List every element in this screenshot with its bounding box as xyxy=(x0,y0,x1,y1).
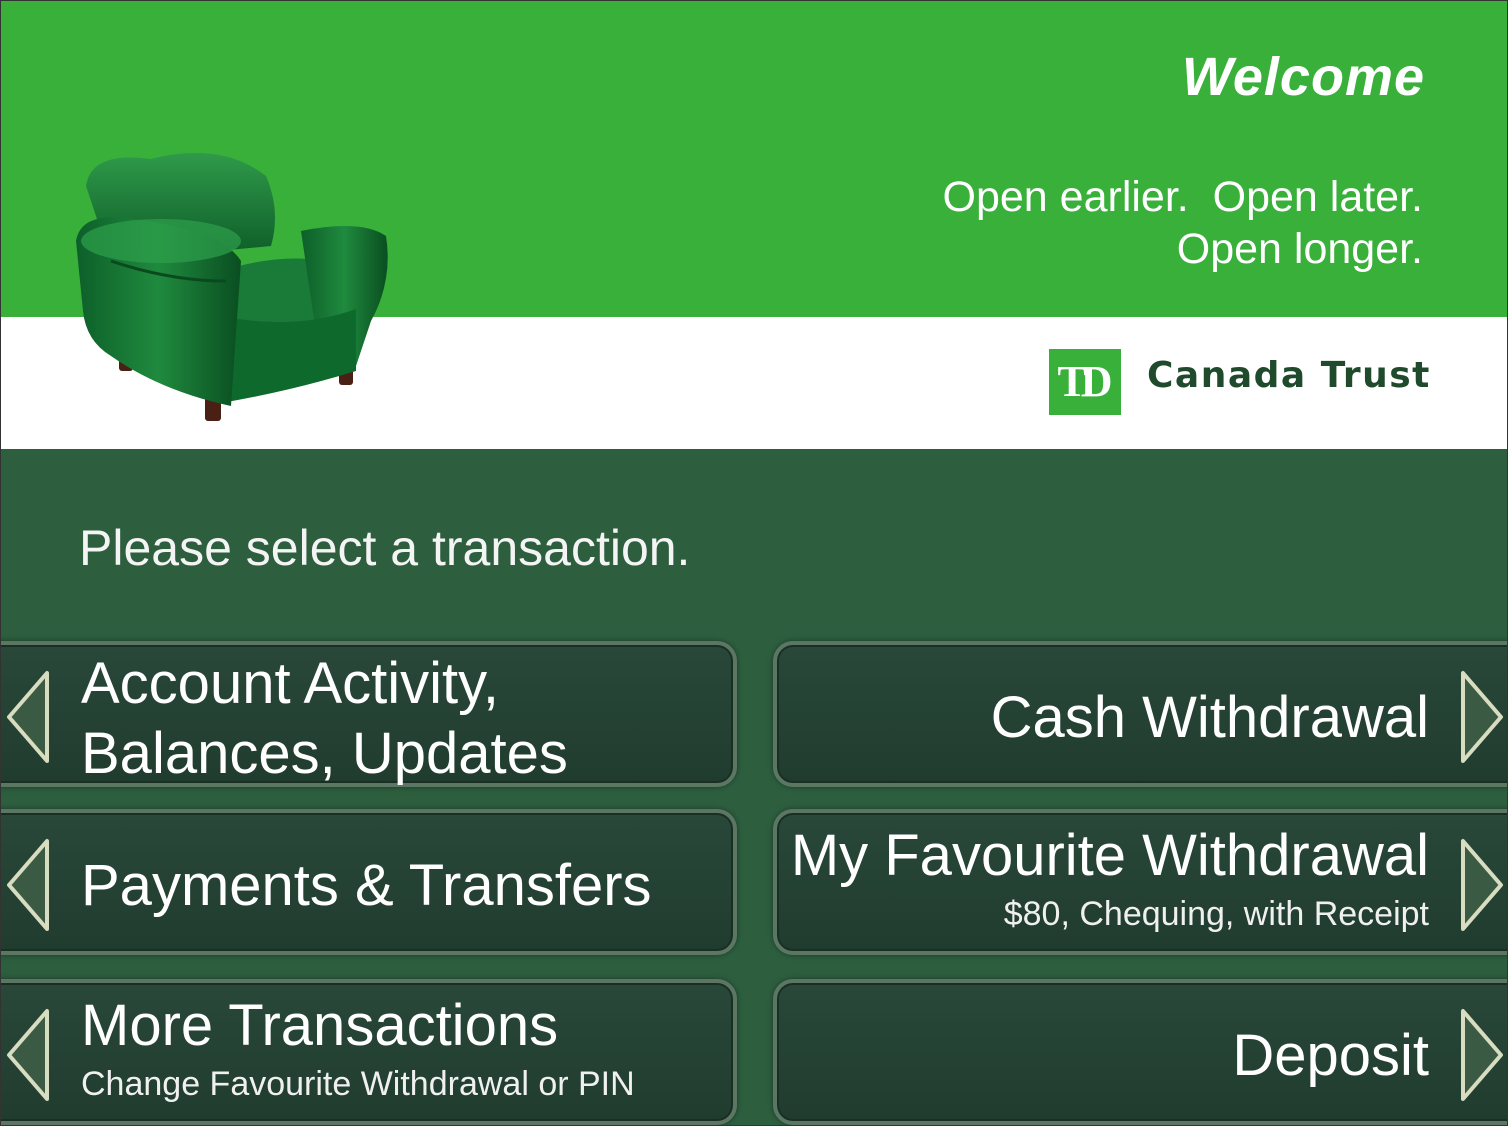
more-transactions-detail: Change Favourite Withdrawal or PIN xyxy=(81,1065,635,1103)
favourite-withdrawal-detail: $80, Chequing, with Receipt xyxy=(1003,895,1429,933)
arrow-left-icon xyxy=(7,839,49,931)
atm-screen: Welcome Open earlier. Open later. Open l… xyxy=(0,0,1508,1126)
arrow-right-icon xyxy=(1461,1009,1503,1101)
logo-mark-text: TD xyxy=(1057,357,1112,406)
cash-withdrawal-button[interactable]: Cash Withdrawal xyxy=(773,641,1507,787)
tagline-line2: Open longer. xyxy=(1176,225,1423,273)
brand-name: Canada Trust xyxy=(1147,355,1431,396)
payments-transfers-label: Payments & Transfers xyxy=(81,853,652,918)
arrow-right-icon xyxy=(1461,839,1503,931)
favourite-withdrawal-button[interactable]: My Favourite Withdrawal $80, Chequing, w… xyxy=(773,809,1507,955)
tagline-line1: Open earlier. Open later. xyxy=(942,173,1423,221)
instruction-text: Please select a transaction. xyxy=(79,520,691,576)
account-activity-label-line1: Account Activity, xyxy=(81,651,499,716)
welcome-heading: Welcome xyxy=(1181,47,1425,107)
cash-withdrawal-label: Cash Withdrawal xyxy=(990,685,1429,750)
account-activity-label-line2: Balances, Updates xyxy=(81,721,568,786)
arrow-left-icon xyxy=(7,1009,49,1101)
favourite-withdrawal-label: My Favourite Withdrawal xyxy=(790,823,1429,888)
arrow-left-icon xyxy=(7,671,49,763)
more-transactions-label: More Transactions xyxy=(81,993,559,1058)
arrow-right-icon xyxy=(1461,671,1503,763)
more-transactions-button[interactable]: More Transactions Change Favourite Withd… xyxy=(1,979,737,1125)
td-logo-icon: TD xyxy=(1049,349,1121,415)
account-activity-button[interactable]: Account Activity, Balances, Updates xyxy=(1,641,737,787)
deposit-label: Deposit xyxy=(1232,1023,1429,1088)
payments-transfers-button[interactable]: Payments & Transfers xyxy=(1,809,737,955)
deposit-button[interactable]: Deposit xyxy=(773,979,1507,1125)
armchair-image xyxy=(76,152,388,421)
